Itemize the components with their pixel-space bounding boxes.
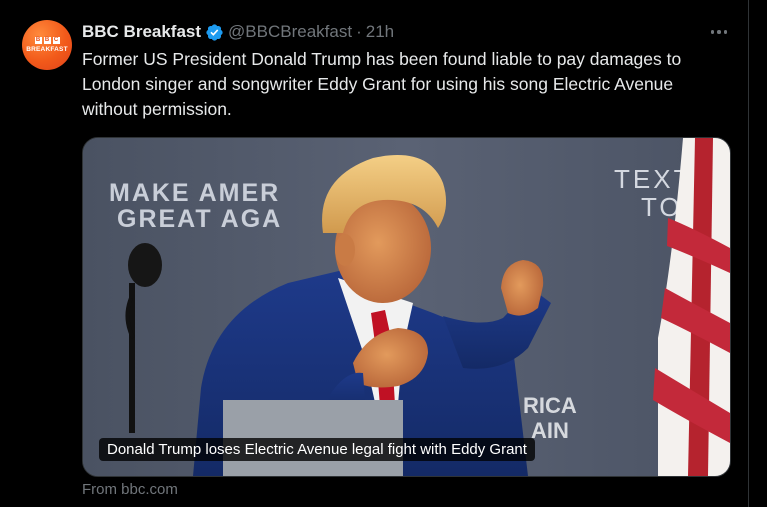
- avatar[interactable]: B B C BREAKFAST: [22, 20, 72, 70]
- link-card[interactable]: MAKE AMER GREAT AGA TEXT TO 8 RICA AIN D…: [82, 137, 731, 477]
- card-caption[interactable]: Donald Trump loses Electric Avenue legal…: [99, 438, 535, 461]
- source-link[interactable]: From bbc.com: [82, 481, 178, 498]
- backdrop-text-1: MAKE AMER: [109, 179, 280, 207]
- tweet[interactable]: B B C BREAKFAST BBC Breakfast @BBCBreakf…: [0, 0, 749, 507]
- avatar-label: BREAKFAST: [26, 46, 68, 53]
- tweet-header: BBC Breakfast @BBCBreakfast · 21h: [82, 20, 394, 44]
- more-options-icon[interactable]: [706, 20, 732, 44]
- bbc-logo: B B C: [34, 37, 60, 44]
- article-image: MAKE AMER GREAT AGA TEXT TO 8 RICA AIN: [83, 138, 730, 476]
- podium-text-2: AIN: [531, 418, 569, 443]
- author-name[interactable]: BBC Breakfast: [82, 22, 201, 42]
- timestamp[interactable]: 21h: [366, 22, 394, 42]
- author-handle[interactable]: @BBCBreakfast: [228, 22, 352, 42]
- tweet-text: Former US President Donald Trump has bee…: [82, 49, 682, 119]
- verified-badge-icon: [206, 23, 223, 41]
- podium-text-1: RICA: [523, 393, 577, 418]
- backdrop-text-2: GREAT AGA: [117, 205, 282, 233]
- separator: ·: [356, 22, 362, 41]
